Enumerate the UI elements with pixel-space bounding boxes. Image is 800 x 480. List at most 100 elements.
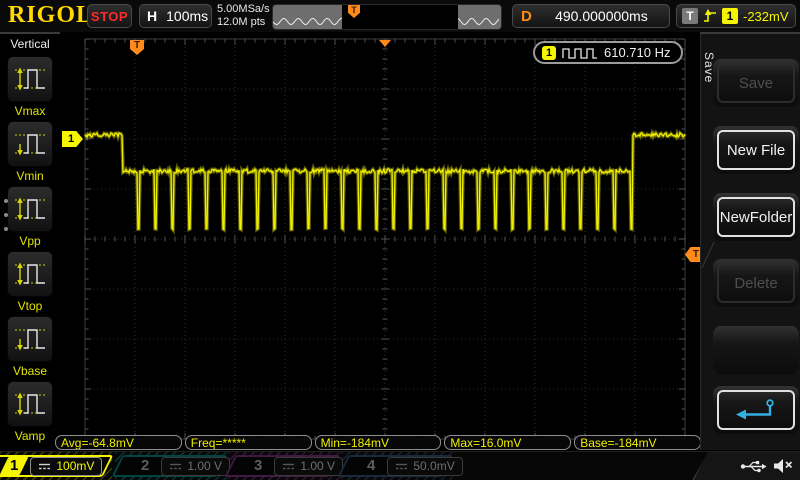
horizontal-label: H (147, 8, 157, 24)
vmax-pulse-icon (13, 65, 47, 93)
channel-status-bar: 1 100mV2 1.00 V3 1.00 V4 50.0mV (0, 451, 800, 480)
sidebar-item-vpp[interactable]: Vpp (0, 186, 60, 251)
vbase-button[interactable] (7, 316, 53, 362)
return-arrow-icon (733, 397, 779, 423)
menu-page-dot (4, 199, 8, 203)
menu-button-return[interactable] (717, 390, 795, 430)
memory-depth: 12.0M pts (217, 16, 270, 29)
channel-scale-box: 1.00 V (161, 457, 230, 476)
menu-button-newfolder[interactable]: NewFolder (717, 197, 795, 237)
menu-page-dot (4, 213, 8, 217)
channel-number: 2 (131, 457, 160, 475)
waveform-display: T 1 T 1 610.710 Hz Avg=-64.8mVFreq=*****… (60, 32, 700, 451)
sample-rate: 5.00MSa/s (217, 3, 270, 16)
measurement-readout: Base=-184mV (574, 435, 701, 450)
channel-number: 3 (244, 457, 273, 475)
channel-number-text: 3 (254, 457, 262, 475)
sidebar-item-vmin[interactable]: Vmin (0, 121, 60, 186)
timebase-value: 100ms (166, 8, 208, 24)
status-panel-divider (690, 450, 708, 480)
sidebar-item-vmax[interactable]: Vmax (0, 56, 60, 121)
acquisition-info: 5.00MSa/s 12.0M pts (217, 3, 270, 29)
right-menu: Save SaveNew FileNewFolderDelete (700, 34, 800, 450)
measurement-results-bar: Avg=-64.8mVFreq=*****Min=-184mVMax=16.0m… (55, 435, 701, 450)
menu-slot (713, 386, 799, 434)
counter-value: 610.710 Hz (604, 45, 671, 60)
menu-button-delete[interactable]: Delete (717, 263, 795, 303)
vamp-button[interactable] (7, 381, 53, 427)
sidebar-item-vamp[interactable]: Vamp (0, 381, 60, 446)
channel-number-text: 1 (10, 457, 18, 475)
menu-button-save[interactable]: Save (717, 63, 795, 103)
measurement-readout: Freq=***** (185, 435, 312, 450)
frequency-counter: 1 610.710 Hz (533, 41, 683, 64)
top-status-bar: RIGOL STOP H 100ms 5.00MSa/s 12.0M pts T… (0, 0, 800, 34)
sidebar-item-label: Vbase (0, 364, 60, 378)
run-state-badge[interactable]: STOP (87, 4, 132, 28)
sidebar-item-label: Vamp (0, 429, 60, 443)
vmin-button[interactable] (7, 121, 53, 167)
channel-tab-content[interactable]: 4 50.0mV (353, 455, 458, 477)
menu-slot: New File (713, 126, 799, 174)
channel-tab-content[interactable]: 3 1.00 V (240, 455, 345, 477)
sidebar-item-label: Vmax (0, 104, 60, 118)
channel-scale-value: 50.0mV (413, 459, 454, 473)
sidebar-item-vbase[interactable]: Vbase (0, 316, 60, 381)
status-icon-panel (692, 452, 800, 480)
channel-number-text: 2 (141, 457, 149, 475)
ch1-waveform-trace (60, 32, 700, 451)
left-menu-items: Vmax Vmin Vpp Vtop Vbase Vamp (0, 56, 60, 446)
oscilloscope-screen: RIGOL STOP H 100ms 5.00MSa/s 12.0M pts T… (0, 0, 800, 480)
trigger-label: T (682, 8, 698, 24)
dc-coupling-icon (395, 462, 408, 471)
vbase-pulse-icon (13, 325, 47, 353)
menu-slot: Delete (713, 259, 799, 307)
rigol-logo: RIGOL (8, 2, 93, 29)
channel-scale-value: 1.00 V (187, 459, 222, 473)
left-menu-title: Vertical (0, 34, 60, 51)
sidebar-item-label: Vtop (0, 299, 60, 313)
menu-page-dot (4, 227, 8, 231)
menu-slot: NewFolder (713, 193, 799, 241)
channel-scale-box: 100mV (30, 457, 102, 476)
channel-tab-content[interactable]: 2 1.00 V (127, 455, 232, 477)
delay-box[interactable]: D 490.000000ms (512, 4, 670, 28)
vtop-button[interactable] (7, 251, 53, 297)
channel-tab-content[interactable]: 1 100mV (0, 455, 112, 477)
vtop-pulse-icon (13, 260, 47, 288)
trigger-level-value: -232mV (743, 9, 789, 24)
left-menu: Vertical Vmax Vmin Vpp Vtop Vbase Vamp (0, 34, 60, 450)
channel-number-text: 4 (367, 457, 375, 475)
delay-value: 490.000000ms (555, 8, 648, 24)
dc-coupling-icon (38, 462, 51, 471)
horizontal-timebase-box[interactable]: H 100ms (139, 4, 212, 28)
rising-edge-icon (703, 8, 717, 24)
sidebar-item-label: Vpp (0, 234, 60, 248)
usb-icon (740, 459, 767, 474)
menu-slot (713, 326, 799, 374)
measurement-readout: Min=-184mV (315, 435, 442, 450)
memory-position-bar: T (272, 4, 502, 30)
square-wave-icon (562, 47, 598, 59)
vpp-button[interactable] (7, 186, 53, 232)
vmin-pulse-icon (13, 130, 47, 158)
sidebar-item-vtop[interactable]: Vtop (0, 251, 60, 316)
trigger-box[interactable]: T 1 -232mV (676, 4, 796, 28)
channel-scale-box: 1.00 V (274, 457, 343, 476)
trigger-source-badge: 1 (722, 8, 738, 24)
dc-coupling-icon (282, 462, 295, 471)
vamp-pulse-icon (13, 390, 47, 418)
channel-number: 4 (357, 457, 386, 475)
menu-button-new-file[interactable]: New File (717, 130, 795, 170)
counter-channel-badge: 1 (542, 46, 556, 60)
channel-scale-value: 1.00 V (300, 459, 335, 473)
measurement-readout: Avg=-64.8mV (55, 435, 182, 450)
vmax-button[interactable] (7, 56, 53, 102)
channel-scale-value: 100mV (56, 459, 94, 473)
menu-slot: Save (713, 59, 799, 107)
channel-number: 1 (0, 457, 29, 475)
channel-scale-box: 50.0mV (387, 457, 462, 476)
delay-label: D (521, 8, 532, 25)
measurement-readout: Max=16.0mV (444, 435, 571, 450)
center-delay-marker-icon (379, 40, 391, 47)
